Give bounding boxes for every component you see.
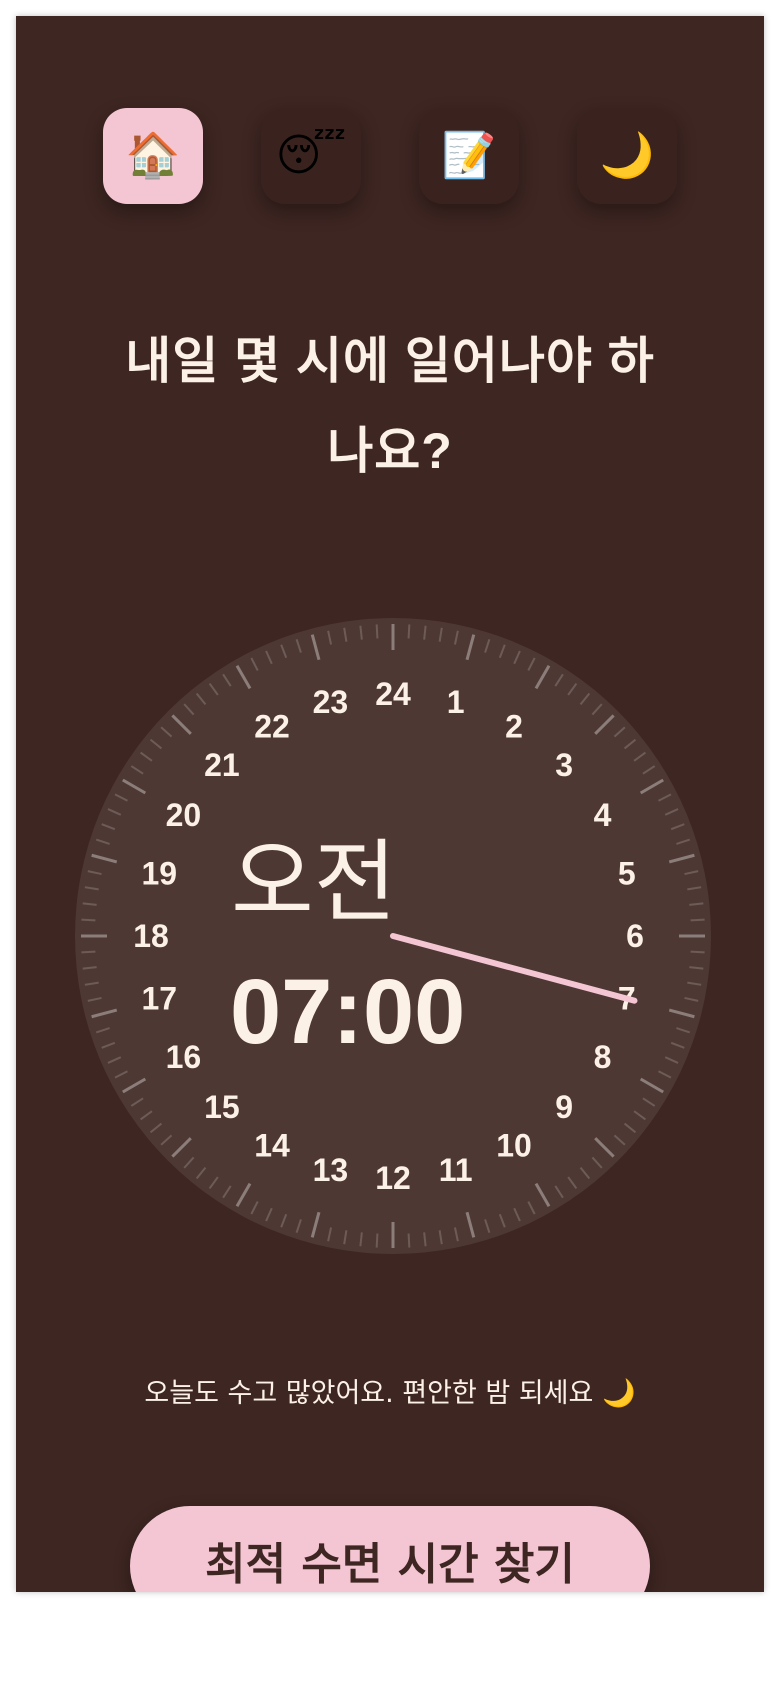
nav-journal-button[interactable]: 📝 — [419, 108, 519, 204]
title-line-2: 나요? — [327, 423, 453, 479]
dial-hour-label[interactable]: 3 — [555, 747, 573, 783]
dial-tick — [690, 950, 705, 954]
dial-hour-label[interactable]: 15 — [204, 1089, 240, 1125]
dial-tick — [407, 1233, 411, 1248]
dial-hour-label[interactable]: 14 — [254, 1128, 290, 1164]
selected-time: 07:00 — [230, 961, 466, 1063]
dial-hour-label[interactable]: 1 — [447, 684, 465, 720]
nav-home-button[interactable]: 🏠 — [103, 108, 203, 204]
app-screen: 🏠 😴 📝 🌙 내일 몇 시에 일어나야 하 나요? 2412345678910… — [16, 16, 764, 1592]
dial-hour-label[interactable]: 8 — [594, 1039, 612, 1075]
dial-hour-label[interactable]: 4 — [594, 797, 612, 833]
dial-hour-label[interactable]: 11 — [439, 1152, 473, 1188]
nav-sleep-button[interactable]: 😴 — [261, 108, 361, 204]
top-nav: 🏠 😴 📝 🌙 — [16, 92, 764, 204]
dial-hour-label[interactable]: 6 — [626, 918, 644, 954]
dial-tick — [81, 918, 96, 922]
dial-tick — [375, 624, 379, 639]
dial-hour-label[interactable]: 10 — [496, 1128, 532, 1164]
memo-icon: 📝 — [441, 130, 497, 181]
dial-tick — [375, 1233, 379, 1248]
dial-hour-label[interactable]: 19 — [141, 855, 177, 891]
dial-hour-label[interactable]: 21 — [204, 747, 240, 783]
dial-tick — [407, 624, 411, 639]
dial-hour-label[interactable]: 17 — [141, 981, 177, 1017]
dial-tick — [81, 950, 96, 954]
time-period: 오전 — [231, 830, 397, 935]
moon-icon: 🌙 — [599, 130, 655, 181]
dial-hour-label[interactable]: 16 — [166, 1039, 202, 1075]
dial-hour-label[interactable]: 13 — [313, 1152, 349, 1188]
home-icon: 🏠 — [125, 130, 181, 181]
dial-hour-label[interactable]: 9 — [555, 1089, 573, 1125]
dial-hour-label[interactable]: 22 — [254, 708, 290, 744]
sleeping-face-icon: 😴 — [275, 130, 347, 181]
page-title: 내일 몇 시에 일어나야 하 나요? — [56, 316, 724, 496]
dial-tick — [690, 918, 705, 922]
nav-night-button[interactable]: 🌙 — [577, 108, 677, 204]
dial-hour-label[interactable]: 23 — [313, 684, 349, 720]
title-line-1: 내일 몇 시에 일어나야 하 — [125, 333, 655, 389]
dial-hour-label[interactable]: 18 — [133, 918, 169, 954]
dial-hour-label[interactable]: 5 — [618, 855, 636, 891]
dial-hour-label[interactable]: 24 — [375, 676, 411, 712]
dial-hour-label[interactable]: 2 — [505, 708, 523, 744]
find-sleep-time-label: 최적 수면 시간 찾기 — [205, 1539, 575, 1590]
hour-dial[interactable]: 241234567891011121314151617181920212223 — [73, 616, 713, 1256]
dial-hour-label[interactable]: 20 — [166, 797, 202, 833]
find-sleep-time-button[interactable]: 최적 수면 시간 찾기 — [130, 1506, 650, 1592]
dial-hour-label[interactable]: 12 — [375, 1160, 411, 1196]
goodnight-message: 오늘도 수고 많았어요. 편안한 밤 되세요 🌙 — [144, 1378, 636, 1409]
